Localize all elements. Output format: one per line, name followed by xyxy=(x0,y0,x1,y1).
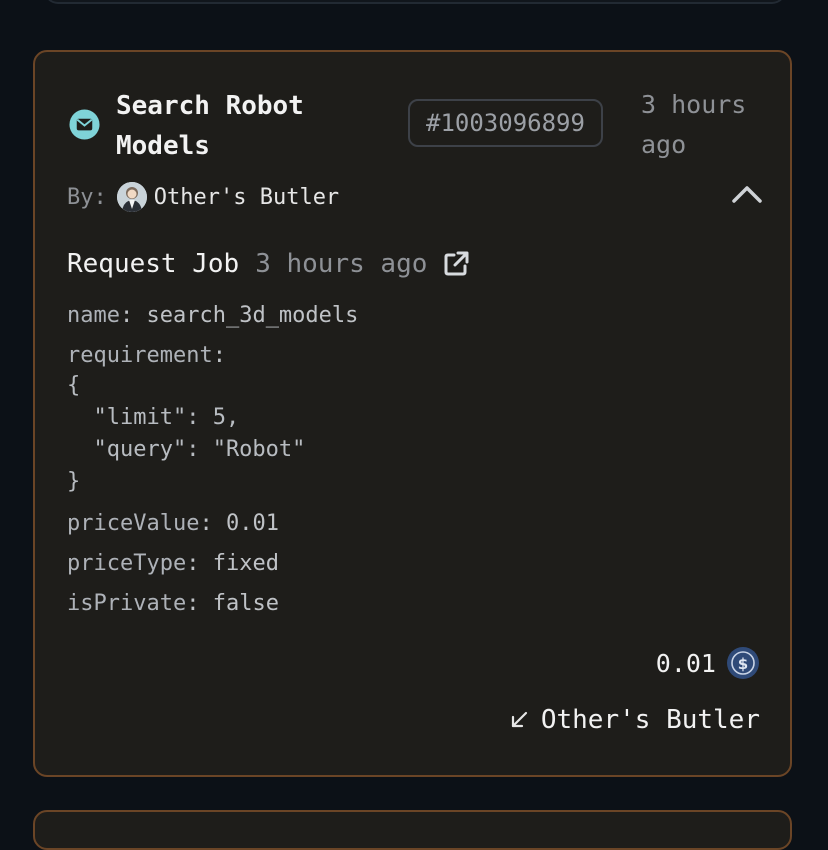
field-requirement-key: requirement xyxy=(67,343,213,368)
by-label: By: xyxy=(67,184,107,210)
external-link-icon[interactable] xyxy=(441,249,471,279)
field-name-value: search_3d_models xyxy=(146,303,359,328)
previous-card xyxy=(44,0,786,4)
butler-avatar-icon xyxy=(116,182,147,212)
chevron-up-icon[interactable] xyxy=(730,182,764,206)
request-job-time: 3 hours ago xyxy=(255,249,428,279)
field-price-value-value: 0.01 xyxy=(225,511,279,536)
field-name: name: search_3d_models xyxy=(67,303,359,328)
amount-row: 0.01 $ xyxy=(656,645,760,681)
field-price-type: priceType: fixed xyxy=(67,551,279,576)
requirement-json: { "limit": 5, "query": "Robot" } xyxy=(67,373,306,494)
usdc-coin-icon: $ xyxy=(727,647,759,679)
field-is-private-key: isPrivate xyxy=(67,591,187,616)
next-card xyxy=(33,810,792,850)
job-card: Search Robot Models #1003096899 3 hours … xyxy=(33,50,792,777)
field-is-private: isPrivate: false xyxy=(67,591,279,616)
svg-text:$: $ xyxy=(738,655,748,673)
job-time-ago: 3 hours ago xyxy=(641,90,747,159)
arrow-down-left-icon xyxy=(511,711,527,728)
author-name[interactable]: Other's Butler xyxy=(154,185,339,210)
avatar xyxy=(116,182,147,212)
request-job-row: Request Job 3 hours ago xyxy=(67,244,471,284)
request-job-title: Request Job xyxy=(67,249,240,279)
author-row: By: Other's Butler xyxy=(67,180,339,214)
job-id-badge[interactable]: #1003096899 xyxy=(408,99,603,147)
field-price-type-value: fixed xyxy=(212,551,279,576)
field-name-key: name xyxy=(67,303,120,328)
field-requirement: requirement: xyxy=(67,343,226,368)
field-is-private-value: false xyxy=(212,591,279,616)
field-price-type-key: priceType xyxy=(67,551,187,576)
amount-value: 0.01 xyxy=(655,648,716,678)
recipient-name[interactable]: Other's Butler xyxy=(541,705,760,735)
field-price-value: priceValue: 0.01 xyxy=(67,511,279,536)
job-title: Search Robot Models xyxy=(116,91,304,161)
field-price-value-key: priceValue xyxy=(67,511,200,536)
mail-icon xyxy=(69,109,100,140)
recipient-row: Other's Butler xyxy=(509,700,760,740)
